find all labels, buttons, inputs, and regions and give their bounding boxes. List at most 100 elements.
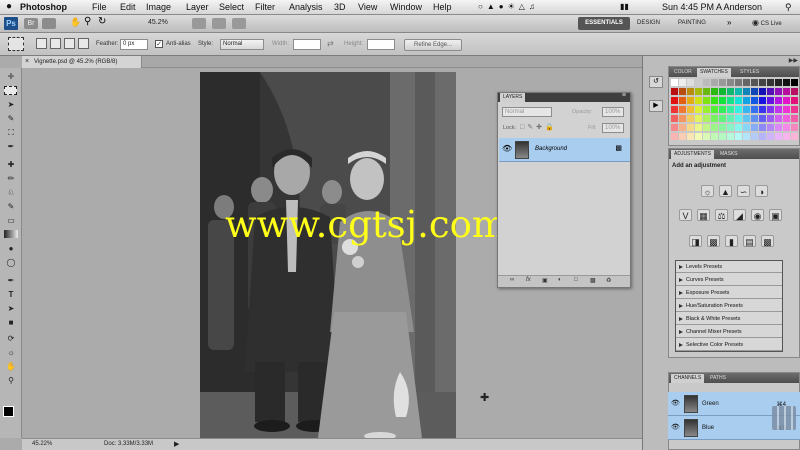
- color-swatch[interactable]: [759, 115, 766, 122]
- color-swatch[interactable]: [727, 88, 734, 95]
- color-swatch[interactable]: [695, 124, 702, 131]
- color-swatch[interactable]: [711, 115, 718, 122]
- color-swatch[interactable]: [735, 106, 742, 113]
- color-swatch[interactable]: [671, 88, 678, 95]
- preset-selective-color[interactable]: Selective Color Presets: [676, 339, 782, 351]
- preset-exposure[interactable]: Exposure Presets: [676, 287, 782, 299]
- color-swatch[interactable]: [711, 106, 718, 113]
- color-swatch[interactable]: [759, 133, 766, 140]
- color-swatch[interactable]: [671, 124, 678, 131]
- color-swatch[interactable]: [695, 133, 702, 140]
- color-swatch[interactable]: [791, 97, 798, 104]
- color-swatch[interactable]: [687, 133, 694, 140]
- color-swatch[interactable]: [759, 88, 766, 95]
- visibility-eye-icon[interactable]: 👁: [502, 144, 512, 153]
- foreground-color-swatch[interactable]: [3, 406, 14, 417]
- color-swatch[interactable]: [743, 106, 750, 113]
- layer-row-background[interactable]: 👁 Background ▩: [499, 138, 630, 162]
- delete-layer-icon[interactable]: ♻: [606, 277, 611, 284]
- color-swatch[interactable]: [711, 133, 718, 140]
- tab-color[interactable]: COLOR: [671, 68, 695, 77]
- hand-tool-icon[interactable]: ✋: [4, 362, 18, 372]
- collapse-dock-icon[interactable]: ▶▶: [789, 57, 798, 64]
- invert-icon[interactable]: ◨: [689, 235, 702, 247]
- color-swatch[interactable]: [791, 79, 798, 86]
- exposure-icon[interactable]: ◑: [755, 185, 768, 197]
- menu-3d[interactable]: 3D: [334, 2, 346, 12]
- color-swatch[interactable]: [687, 97, 694, 104]
- color-swatch[interactable]: [791, 106, 798, 113]
- color-swatch[interactable]: [679, 115, 686, 122]
- color-swatch[interactable]: [711, 124, 718, 131]
- crop-tool-icon[interactable]: ⛶: [4, 128, 18, 138]
- minibridge-icon[interactable]: [42, 18, 56, 29]
- tab-styles[interactable]: STYLES: [737, 68, 762, 77]
- shape-tool-icon[interactable]: ■: [4, 318, 18, 328]
- color-swatch[interactable]: [727, 133, 734, 140]
- feather-input[interactable]: 0 px: [120, 39, 148, 50]
- color-swatch[interactable]: [743, 124, 750, 131]
- color-swatch[interactable]: [783, 124, 790, 131]
- color-swatch[interactable]: [767, 97, 774, 104]
- blur-tool-icon[interactable]: ●: [4, 244, 18, 254]
- hue-saturation-icon[interactable]: ▦: [697, 209, 710, 221]
- color-swatch[interactable]: [767, 115, 774, 122]
- color-swatch[interactable]: [719, 115, 726, 122]
- menu-filter[interactable]: Filter: [255, 2, 275, 12]
- document-tab[interactable]: × Vignette.psd @ 45.2% (RGB/8): [22, 56, 142, 68]
- preset-levels[interactable]: Levels Presets: [676, 261, 782, 273]
- levels-icon[interactable]: ▲: [719, 185, 732, 197]
- color-swatch[interactable]: [775, 115, 782, 122]
- color-swatch[interactable]: [703, 133, 710, 140]
- clock[interactable]: Sun 4:45 PM: [662, 2, 714, 12]
- eraser-tool-icon[interactable]: ▭: [4, 216, 18, 226]
- type-tool-icon[interactable]: T: [4, 290, 18, 300]
- color-swatch[interactable]: [679, 88, 686, 95]
- color-swatch[interactable]: [719, 106, 726, 113]
- color-swatch[interactable]: [743, 88, 750, 95]
- panel-menu-icon[interactable]: ≡: [622, 92, 626, 99]
- path-selection-tool-icon[interactable]: ➤: [4, 304, 18, 314]
- opacity-input[interactable]: 100%: [602, 107, 624, 117]
- close-tab-icon[interactable]: ×: [25, 56, 29, 68]
- document-photo[interactable]: [200, 72, 456, 438]
- color-swatch[interactable]: [735, 124, 742, 131]
- color-swatch[interactable]: [751, 106, 758, 113]
- preset-black-white[interactable]: Black & White Presets: [676, 313, 782, 325]
- color-swatch[interactable]: [783, 79, 790, 86]
- color-swatch[interactable]: [671, 133, 678, 140]
- color-swatch[interactable]: [775, 97, 782, 104]
- menu-edit[interactable]: Edit: [120, 2, 136, 12]
- color-swatch[interactable]: [695, 115, 702, 122]
- color-swatch[interactable]: [679, 124, 686, 131]
- color-swatch[interactable]: [751, 124, 758, 131]
- workspace-design[interactable]: DESIGN: [637, 20, 660, 26]
- color-swatch[interactable]: [719, 124, 726, 131]
- color-swatch[interactable]: [759, 79, 766, 86]
- color-swatch[interactable]: [727, 124, 734, 131]
- color-swatch[interactable]: [743, 133, 750, 140]
- spotlight-icon[interactable]: ⚲: [785, 2, 792, 13]
- preset-curves[interactable]: Curves Presets: [676, 274, 782, 286]
- subtract-selection-icon[interactable]: [64, 38, 75, 49]
- color-swatch[interactable]: [743, 79, 750, 86]
- eyedropper-tool-icon[interactable]: ✒: [4, 142, 18, 152]
- color-swatch[interactable]: [751, 133, 758, 140]
- lasso-tool-icon[interactable]: ➤: [4, 100, 18, 110]
- status-zoom[interactable]: 45.22%: [32, 441, 52, 447]
- color-swatch[interactable]: [767, 133, 774, 140]
- brush-tool-icon[interactable]: ✏: [4, 174, 18, 184]
- color-swatch[interactable]: [783, 97, 790, 104]
- curves-icon[interactable]: ∽: [737, 185, 750, 197]
- tab-channels[interactable]: CHANNELS: [671, 374, 705, 383]
- arrange-docs-icon[interactable]: [212, 18, 226, 29]
- battery-icon[interactable]: ▮▮: [620, 2, 629, 11]
- color-swatch[interactable]: [679, 133, 686, 140]
- color-swatch[interactable]: [719, 88, 726, 95]
- vibrance-icon[interactable]: V: [679, 209, 692, 221]
- layer-mask-icon[interactable]: ▣: [542, 277, 548, 284]
- 3d-rotate-tool-icon[interactable]: ⟳: [4, 334, 18, 344]
- color-swatch[interactable]: [783, 133, 790, 140]
- color-swatch[interactable]: [679, 79, 686, 86]
- swap-dimensions-icon[interactable]: ⇄: [327, 39, 334, 48]
